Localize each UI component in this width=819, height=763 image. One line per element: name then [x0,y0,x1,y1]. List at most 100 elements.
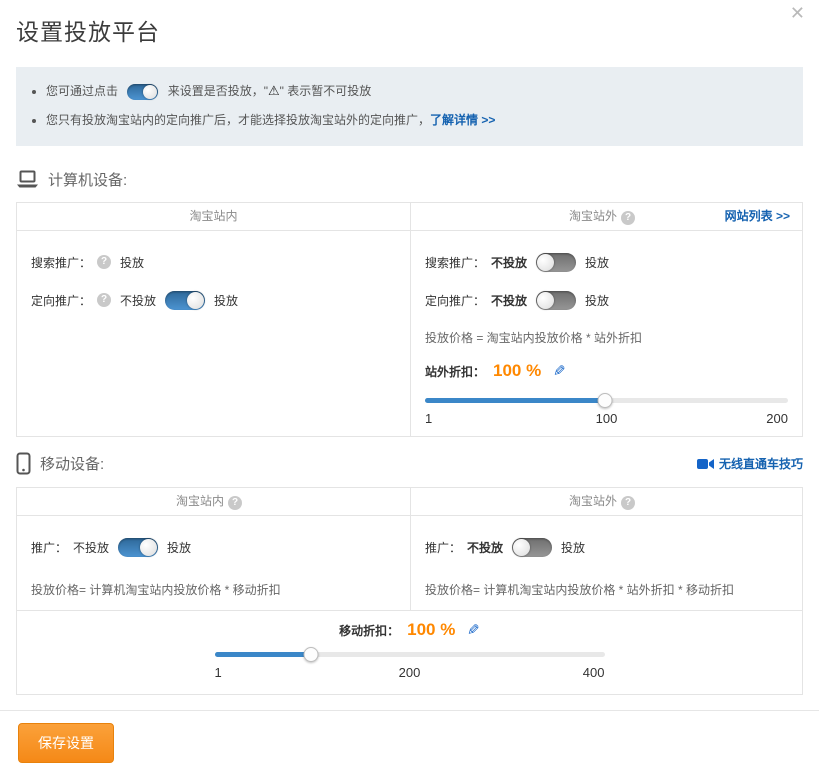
notice-bullet-1-mid: 来设置是否投放，" [168,84,268,98]
computer-section-header: 计算机设备: [16,169,803,190]
mobile-discount-value: 100 % [407,620,455,640]
help-icon[interactable]: ? [97,293,111,307]
help-icon[interactable]: ? [621,496,635,510]
laptop-icon [16,170,39,189]
mobile-offsite-formula: 投放价格= 计算机淘宝站内投放价格 * 站外折扣 * 移动折扣 [425,580,788,600]
mobile-onsite-cell: 推广： 不投放 投放 投放价格= 计算机淘宝站内投放价格 * 移动折扣 [17,516,411,610]
mobile-discount-label: 移动折扣： [339,622,399,639]
onsite-search-promo-row: 搜索推广： ? 投放 [31,243,396,281]
computer-onsite-cell: 搜索推广： ? 投放 定向推广： ? 不投放 投放 [17,231,411,436]
warning-icon: ⚠ [268,83,280,98]
toggle-illustration-icon [127,84,158,100]
toggle-off-label: 不投放 [120,292,156,309]
target-promo-label: 定向推广： [31,292,91,309]
help-icon[interactable]: ? [228,496,242,510]
onsite-target-toggle[interactable] [165,291,205,310]
toggle-off-label: 不投放 [491,254,527,271]
slider-mid-label: 200 [399,665,421,680]
toggle-knob[interactable] [537,292,554,309]
slider-fill [215,652,312,657]
notice-bullet-1-pre: 您可通过点击 [46,84,118,98]
toggle-knob[interactable] [140,539,157,556]
slider-labels: 1 100 200 [425,411,788,426]
mobile-discount-slider: 1 200 400 [215,652,605,680]
toggle-knob [143,85,157,99]
mobile-onsite-formula: 投放价格= 计算机淘宝站内投放价格 * 移动折扣 [31,580,396,600]
column-header-onsite: 淘宝站内 [17,203,411,230]
toggle-off-label: 不投放 [73,539,109,556]
column-header-onsite: 淘宝站内? [17,488,411,515]
toggle-knob[interactable] [513,539,530,556]
edit-pencil-icon[interactable]: ✎ [553,362,566,380]
notice-bullet-2-text: 您只有投放淘宝站内的定向推广后，才能选择投放淘宝站外的定向推广， [46,113,430,127]
toggle-on-label: 投放 [214,292,238,309]
slider-max-label: 200 [766,411,788,426]
offsite-price-formula: 投放价格 = 淘宝站内投放价格 * 站外折扣 [425,328,788,348]
offsite-search-promo-row: 搜索推广： 不投放 投放 [425,243,788,281]
slider-track[interactable] [215,652,605,657]
toggle-knob[interactable] [537,254,554,271]
mobile-offsite-cell: 推广： 不投放 投放 投放价格= 计算机淘宝站内投放价格 * 站外折扣 * 移动… [411,516,802,610]
promo-label: 推广： [425,539,461,556]
slider-knob[interactable] [304,647,319,662]
offsite-discount-slider: 1 100 200 [425,398,788,426]
slider-max-label: 400 [583,665,605,680]
learn-more-link[interactable]: 了解详情 >> [430,113,495,127]
offsite-target-toggle[interactable] [536,291,576,310]
slider-labels: 1 200 400 [215,665,605,680]
slider-mid-label: 100 [596,411,618,426]
offsite-discount-label: 站外折扣： [425,363,485,380]
dialog-title: 设置投放平台 [16,0,803,47]
wireless-tips-label: 无线直通车技巧 [719,455,803,472]
save-settings-button[interactable]: 保存设置 [18,723,114,763]
help-icon[interactable]: ? [621,211,635,225]
notice-bullet-1-post: " 表示暂不可投放 [280,84,372,98]
video-camera-icon [697,458,714,470]
offsite-header-label: 淘宝站外 [569,209,617,223]
toggle-knob[interactable] [187,292,204,309]
toggle-off-label: 不投放 [467,539,503,556]
mobile-onsite-promo-row: 推广： 不投放 投放 [31,528,396,566]
mobile-section-label: 移动设备: [40,453,104,474]
phone-icon [16,452,31,475]
notice-panel: 您可通过点击 来设置是否投放，"⚠" 表示暂不可投放 您只有投放淘宝站内的定向推… [16,67,803,146]
slider-min-label: 1 [215,665,222,680]
mobile-offsite-promo-row: 推广： 不投放 投放 [425,528,788,566]
onsite-header-label: 淘宝站内 [176,494,224,508]
help-icon[interactable]: ? [97,255,111,269]
search-promo-state: 投放 [120,254,144,271]
column-header-offsite: 淘宝站外? [411,488,802,515]
site-list-link[interactable]: 网站列表 >> [725,203,790,230]
search-promo-label: 搜索推广： [31,254,91,271]
onsite-target-promo-row: 定向推广： ? 不投放 投放 [31,281,396,319]
target-promo-label: 定向推广： [425,292,485,309]
onsite-header-label: 淘宝站内 [189,209,237,223]
offsite-discount-row: 站外折扣： 100 % ✎ [425,361,788,381]
mobile-table: 淘宝站内? 淘宝站外? 推广： 不投放 投放 投放价格= 计算机淘宝站内投放价格… [16,487,803,695]
edit-pencil-icon[interactable]: ✎ [467,621,480,639]
column-header-offsite: 淘宝站外? 网站列表 >> [411,203,802,230]
dialog-bottom-divider [0,710,819,711]
mobile-onsite-toggle[interactable] [118,538,158,557]
toggle-on-label: 投放 [585,292,609,309]
notice-bullet-2: 您只有投放淘宝站内的定向推广后，才能选择投放淘宝站外的定向推广，了解详情 >> [46,106,789,135]
slider-fill [425,398,605,403]
mobile-discount-row: 移动折扣： 100 % ✎ [17,620,802,640]
computer-table-header: 淘宝站内 淘宝站外? 网站列表 >> [17,203,802,231]
slider-track[interactable] [425,398,788,403]
offsite-header-label: 淘宝站外 [569,494,617,508]
close-icon[interactable]: ✕ [790,0,805,26]
search-promo-label: 搜索推广： [425,254,485,271]
mobile-table-header: 淘宝站内? 淘宝站外? [17,488,802,516]
toggle-off-label: 不投放 [491,292,527,309]
mobile-offsite-toggle[interactable] [512,538,552,557]
offsite-search-toggle[interactable] [536,253,576,272]
computer-offsite-cell: 搜索推广： 不投放 投放 定向推广： 不投放 投放 投放价格 = 淘宝站内投放价… [411,231,802,436]
slider-knob[interactable] [598,393,613,408]
mobile-discount-section: 移动折扣： 100 % ✎ 1 200 400 [17,610,802,694]
notice-bullet-1: 您可通过点击 来设置是否投放，"⚠" 表示暂不可投放 [46,76,789,106]
computer-table: 淘宝站内 淘宝站外? 网站列表 >> 搜索推广： ? 投放 定向推广： ? 不投… [16,202,803,437]
wireless-tips-link[interactable]: 无线直通车技巧 [697,455,803,472]
mobile-section-header: 移动设备: 无线直通车技巧 [16,452,803,475]
toggle-on-label: 投放 [585,254,609,271]
